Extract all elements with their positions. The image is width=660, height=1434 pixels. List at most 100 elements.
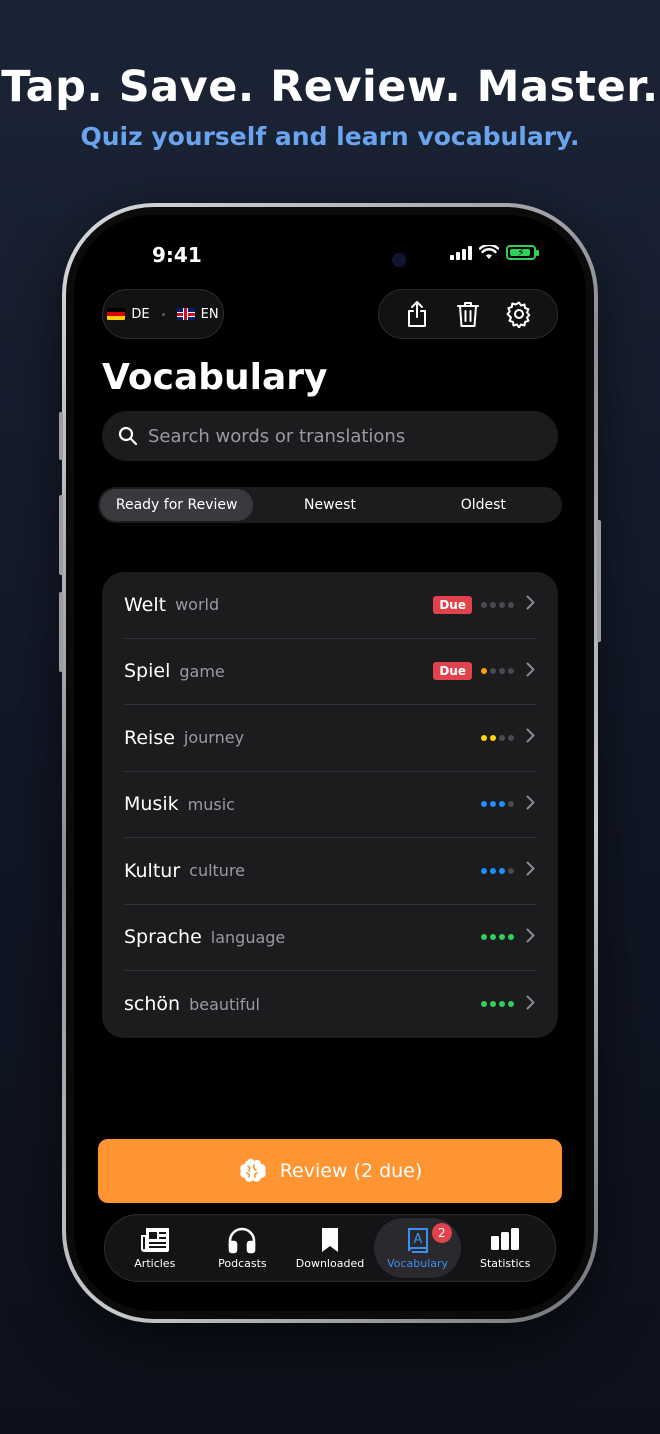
mastery-dot [481, 1001, 487, 1008]
search-icon [118, 426, 138, 446]
vocab-word: Reise [124, 726, 175, 749]
mastery-dot [508, 867, 514, 874]
side-button-power [597, 520, 601, 642]
search-bar[interactable] [102, 411, 558, 461]
tab-vocabulary[interactable]: A Vocabulary 2 [373, 1218, 462, 1278]
battery-charging-icon: ⚡ [506, 245, 539, 260]
marketing-headline: Tap. Save. Review. Master. [1, 62, 659, 112]
side-button-volume-up [59, 495, 63, 575]
wifi-icon [479, 245, 499, 259]
vocab-translation: culture [189, 861, 246, 881]
mastery-level-indicator [481, 1001, 514, 1008]
vocab-row[interactable]: schön beautiful [124, 971, 536, 1038]
vocab-row[interactable]: Musik music [124, 772, 536, 838]
chevron-right-icon [526, 728, 536, 747]
tab-downloaded[interactable]: Downloaded [286, 1226, 374, 1270]
mastery-dot [490, 934, 496, 941]
mastery-dot [490, 1001, 496, 1008]
vocab-word: Welt [124, 593, 167, 616]
settings-button[interactable] [503, 298, 535, 330]
brain-icon [239, 1158, 266, 1182]
mastery-dot [499, 801, 505, 808]
mastery-level-indicator [481, 668, 514, 675]
phone-screen: 9:41 ⚡ DE EN Vocabulary Search words or … [74, 215, 586, 1311]
sort-segmented-control: Ready for Review Newest Oldest [98, 487, 562, 523]
mastery-level-indicator [481, 601, 514, 608]
dictionary-icon: A [407, 1228, 428, 1253]
share-button[interactable] [401, 298, 433, 330]
tab-ready-for-review[interactable]: Ready for Review [100, 489, 254, 521]
vocab-word: Kultur [124, 859, 181, 882]
review-button[interactable]: Review (2 due) [98, 1139, 562, 1203]
mastery-dot [499, 867, 505, 874]
mastery-dot [499, 734, 505, 741]
chevron-right-icon [526, 795, 536, 814]
vocab-row[interactable]: Welt world Due [124, 572, 536, 639]
vocab-word: Sprache [124, 926, 202, 949]
due-badge: Due [433, 662, 472, 681]
chevron-right-icon [526, 928, 536, 947]
page-title: Vocabulary [102, 357, 328, 398]
chevron-right-icon [526, 662, 536, 681]
tab-articles-label: Articles [134, 1257, 176, 1270]
mastery-dot [508, 1001, 514, 1008]
mastery-dot [490, 867, 496, 874]
mastery-dot [508, 734, 514, 741]
signal-icon [450, 245, 472, 260]
mastery-dot [499, 1001, 505, 1008]
language-pair-selector[interactable]: DE EN [102, 289, 224, 339]
mastery-level-indicator [481, 934, 514, 941]
vocab-translation: beautiful [189, 994, 260, 1014]
newspaper-icon [140, 1228, 169, 1252]
tab-statistics[interactable]: Statistics [461, 1226, 549, 1270]
tab-articles[interactable]: Articles [111, 1226, 199, 1270]
vocab-row[interactable]: Spiel game Due [124, 639, 536, 705]
uk-flag-icon [176, 308, 195, 320]
vocab-translation: game [179, 661, 225, 681]
mastery-dot [490, 801, 496, 808]
vocab-translation: language [210, 927, 286, 947]
mastery-dot [481, 734, 487, 741]
vocab-translation: journey [183, 728, 245, 748]
vocab-row[interactable]: Reise journey [124, 705, 536, 772]
tab-statistics-label: Statistics [480, 1257, 531, 1270]
mastery-dot [508, 801, 514, 808]
tab-podcasts-label: Podcasts [218, 1257, 267, 1270]
bookmark-icon [321, 1228, 338, 1252]
tab-bar: Articles Podcasts Downloaded A Vocabular… [104, 1214, 556, 1282]
chevron-right-icon [526, 861, 536, 880]
mastery-level-indicator [481, 867, 514, 874]
tab-downloaded-label: Downloaded [295, 1257, 365, 1270]
tab-vocabulary-label: Vocabulary [387, 1257, 449, 1270]
vocab-row[interactable]: Sprache language [124, 905, 536, 971]
tab-podcasts[interactable]: Podcasts [199, 1226, 287, 1270]
mastery-dot [481, 668, 487, 675]
delete-button[interactable] [452, 298, 484, 330]
actions-toolbar [378, 289, 558, 339]
separator-dot [161, 312, 165, 316]
marketing-subline: Quiz yourself and learn vocabulary. [80, 122, 580, 151]
vocab-word: schön [124, 993, 181, 1016]
trash-icon [456, 302, 479, 327]
mastery-dot [499, 601, 505, 608]
mastery-dot [499, 934, 505, 941]
vocab-row[interactable]: Kultur culture [124, 838, 536, 905]
status-bar: 9:41 ⚡ [74, 241, 586, 271]
search-input[interactable] [148, 425, 528, 447]
tab-oldest[interactable]: Oldest [407, 489, 560, 521]
status-time: 9:41 [152, 243, 202, 267]
mastery-dot [508, 601, 514, 608]
vocab-word: Spiel [124, 660, 171, 683]
mastery-dot [508, 668, 514, 675]
source-language: DE [131, 306, 150, 322]
mastery-dot [499, 668, 505, 675]
mastery-dot [481, 801, 487, 808]
review-button-label: Review (2 due) [279, 1160, 423, 1182]
germany-flag-icon [107, 308, 126, 320]
mastery-dot [490, 601, 496, 608]
mastery-dot [481, 601, 487, 608]
due-count-badge: 2 [431, 1223, 452, 1243]
mastery-level-indicator [481, 734, 514, 741]
tab-newest[interactable]: Newest [253, 489, 406, 521]
side-button-action [59, 412, 63, 460]
